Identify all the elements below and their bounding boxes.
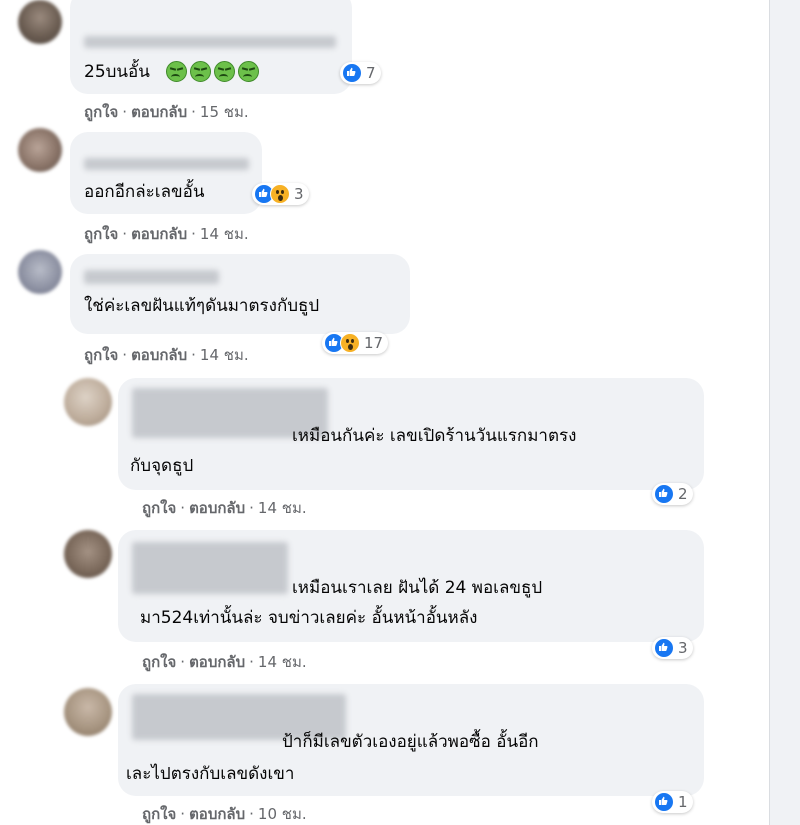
comment-text: ป้าก็มีเลขตัวเองอยู่แล้วพอซื้อ อั้นอีก [282,732,539,752]
nauseated-face-icon [214,61,235,82]
reaction-summary[interactable]: 7 [340,62,381,84]
wow-icon [340,333,360,353]
nauseated-face-icon [166,61,187,82]
timestamp[interactable]: 15 ชม. [200,103,249,121]
like-icon [654,638,674,658]
reply-link[interactable]: ตอบกลับ [131,103,187,121]
like-link[interactable]: ถูกใจ [84,346,118,364]
comment-actions: ถูกใจ · ตอบกลับ · 10 ชม. [142,805,307,823]
reaction-count: 17 [364,334,384,352]
like-link[interactable]: ถูกใจ [142,805,176,823]
reply-link[interactable]: ตอบกลับ [189,805,245,823]
avatar[interactable] [18,250,62,294]
avatar[interactable] [64,378,112,426]
avatar[interactable] [64,530,112,578]
comment-actions: ถูกใจ · ตอบกลับ · 14 ชม. [142,653,307,671]
reaction-count: 2 [678,485,688,503]
like-icon [654,792,674,812]
commenter-name-blurred[interactable] [84,36,336,48]
timestamp[interactable]: 14 ชม. [200,346,249,364]
avatar[interactable] [18,0,62,44]
reply-link[interactable]: ตอบกลับ [189,499,245,517]
reaction-summary[interactable]: 3 [652,637,693,659]
avatar[interactable] [18,128,62,172]
comment-actions: ถูกใจ · ตอบกลับ · 14 ชม. [84,225,249,243]
reaction-summary[interactable]: 3 [252,183,309,205]
timestamp[interactable]: 14 ชม. [258,499,307,517]
reaction-count: 3 [678,639,688,657]
comment-text: เละไปตรงกับเลขดังเขา [126,764,295,784]
like-link[interactable]: ถูกใจ [142,653,176,671]
comment-actions: ถูกใจ · ตอบกลับ · 15 ชม. [84,103,249,121]
comment-text: กับจุดธูป [130,456,194,476]
page-margin [770,0,800,825]
commenter-name-blurred[interactable] [84,158,249,170]
timestamp[interactable]: 14 ชม. [258,653,307,671]
like-link[interactable]: ถูกใจ [84,225,118,243]
commenter-name-blurred[interactable] [84,270,219,284]
reply-link[interactable]: ตอบกลับ [131,225,187,243]
commenter-name-blurred[interactable] [132,542,288,594]
reaction-count: 7 [366,64,376,82]
comment-text: มา524เท่านั้นล่ะ จบข่าวเลยค่ะ อั้นหน้าอั… [140,608,478,628]
reaction-summary[interactable]: 2 [652,483,693,505]
comment-text: เหมือนกันค่ะ เลขเปิดร้านวันแรกมาตรง [292,426,577,446]
like-link[interactable]: ถูกใจ [142,499,176,517]
emoji-group [166,61,259,82]
wow-icon [270,184,290,204]
comment-text: ใช่ค่ะเลขฝันแท้ๆดันมาตรงกับธูป [84,296,320,316]
avatar[interactable] [64,688,112,736]
timestamp[interactable]: 10 ชม. [258,805,307,823]
reaction-summary[interactable]: 17 [322,332,389,354]
comment-actions: ถูกใจ · ตอบกลับ · 14 ชม. [84,346,249,364]
reaction-summary[interactable]: 1 [652,791,693,813]
reply-link[interactable]: ตอบกลับ [189,653,245,671]
reaction-count: 3 [294,185,304,203]
reply-link[interactable]: ตอบกลับ [131,346,187,364]
like-icon [342,63,362,83]
timestamp[interactable]: 14 ชม. [200,225,249,243]
comment-actions: ถูกใจ · ตอบกลับ · 14 ชม. [142,499,307,517]
comment-text: ออกอีกล่ะเลขอั้น [84,182,205,202]
comment-text: เหมือนเราเลย ฝันได้ 24 พอเลขธูป [292,578,543,598]
like-icon [654,484,674,504]
nauseated-face-icon [238,61,259,82]
nauseated-face-icon [190,61,211,82]
like-link[interactable]: ถูกใจ [84,103,118,121]
comment-text: 25บนอั้น [84,62,150,82]
reaction-count: 1 [678,793,688,811]
